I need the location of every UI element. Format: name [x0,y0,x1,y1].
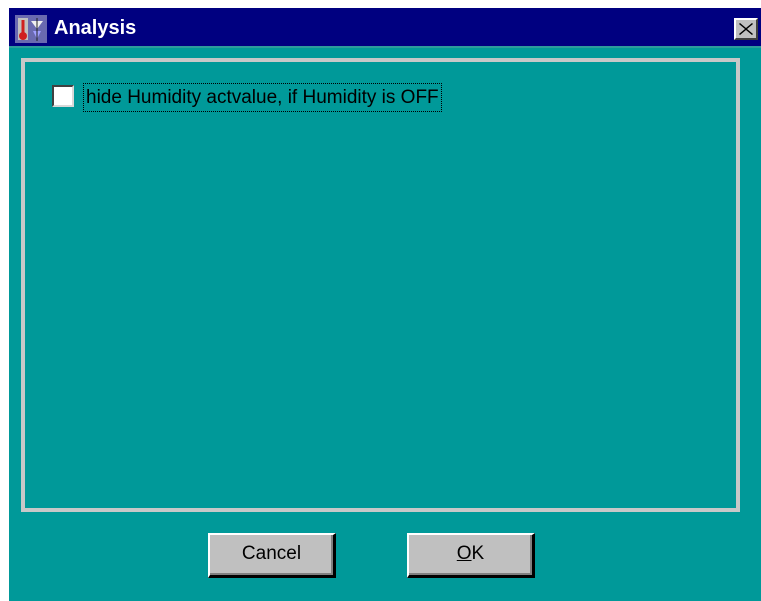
options-group-frame [21,58,740,512]
close-button[interactable] [734,18,758,40]
dialog-title: Analysis [54,17,137,39]
ok-button[interactable]: OK [407,533,535,578]
hide-humidity-label[interactable]: hide Humidity actvalue, if Humidity is O… [83,83,442,112]
ok-label-rest: K [471,543,485,564]
cancel-button[interactable]: Cancel [208,533,336,578]
title-bar[interactable]: Analysis [9,8,761,48]
hide-humidity-checkbox[interactable] [52,85,74,107]
ok-mnemonic: O [456,543,472,564]
weather-station-icon [15,15,47,43]
close-icon [739,23,753,35]
cancel-button-label: Cancel [241,543,302,564]
